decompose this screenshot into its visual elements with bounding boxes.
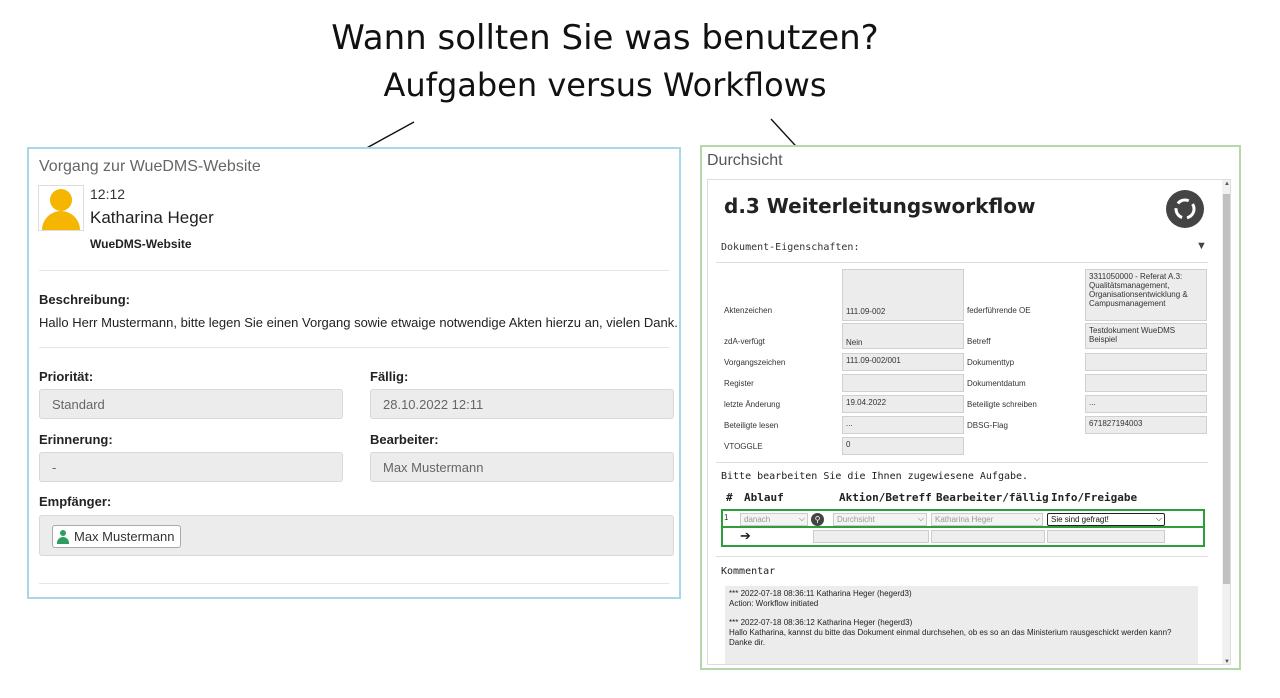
prop-aktenzeichen[interactable]: 111.09-002: [842, 269, 964, 321]
prop-dokdatum[interactable]: [1085, 374, 1207, 392]
comment-label: Kommentar: [721, 566, 776, 577]
prop-lesen[interactable]: ...: [842, 416, 964, 434]
prop-label: Dokumentdatum: [967, 379, 1026, 388]
task-panel: Vorgang zur WueDMS-Website 12:12 Kathari…: [27, 147, 681, 599]
bearbeiter-select[interactable]: Katharina Heger ⌵: [931, 513, 1043, 526]
prop-label: Register: [724, 379, 754, 388]
ablauf-select[interactable]: danach ⌵: [740, 513, 808, 526]
workflow-panel-title: Durchsicht: [707, 152, 783, 169]
due-label: Fällig:: [370, 369, 409, 384]
prop-oe[interactable]: 3311050000 - Referat A.3: Qualitätsmanag…: [1085, 269, 1207, 321]
recipient-name: Max Mustermann: [74, 529, 175, 544]
row-num: 1: [724, 513, 729, 522]
prop-label: DBSG-Flag: [967, 421, 1008, 430]
prop-dbsg[interactable]: 671827194003: [1085, 416, 1207, 434]
prop-label: Betreff: [967, 337, 991, 346]
reminder-label: Erinnerung:: [39, 432, 113, 447]
divider: [39, 270, 669, 271]
prop-schreiben[interactable]: ...: [1085, 395, 1207, 413]
collapse-icon[interactable]: ▼: [1196, 240, 1207, 252]
due-field[interactable]: 28.10.2022 12:11: [370, 389, 674, 419]
comment-box[interactable]: *** 2022-07-18 08:36:11 Katharina Heger …: [725, 586, 1198, 664]
scrollbar[interactable]: ▲ ▼: [1222, 180, 1230, 664]
workflow-content: d.3 Weiterleitungsworkflow Dokument-Eige…: [707, 179, 1231, 665]
prop-label: Aktenzeichen: [724, 306, 773, 315]
col-num: #: [726, 491, 733, 504]
recipient-field[interactable]: Max Mustermann: [39, 515, 674, 556]
prop-label: letzte Änderung: [724, 400, 781, 409]
task-user: Katharina Heger: [90, 208, 214, 227]
task-subject: WueDMS-Website: [90, 237, 192, 251]
reminder-field[interactable]: -: [39, 452, 343, 482]
editor-label: Bearbeiter:: [370, 432, 439, 447]
info-select[interactable]: Sie sind gefragt! ⌵: [1047, 513, 1165, 526]
divider: [716, 556, 1208, 557]
divider: [39, 347, 669, 348]
search-icon[interactable]: ⚲: [811, 513, 824, 526]
priority-field[interactable]: Standard: [39, 389, 343, 419]
recipient-label: Empfänger:: [39, 494, 112, 509]
editor-field[interactable]: Max Mustermann: [370, 452, 674, 482]
workflow-title: d.3 Weiterleitungsworkflow: [724, 194, 1036, 218]
prop-vorgang[interactable]: 111.09-002/001: [842, 353, 964, 371]
prop-vtoggle[interactable]: 0: [842, 437, 964, 455]
divider: [716, 462, 1208, 463]
description-text: Hallo Herr Mustermann, bitte legen Sie e…: [39, 315, 678, 330]
prop-label: federführende OE: [967, 306, 1031, 315]
prop-label: zdA-verfügt: [724, 337, 765, 346]
doc-props-label: Dokument-Eigenschaften:: [721, 242, 860, 253]
workflow-row: 1 danach ⌵ ⚲ Durchsicht ⌵ Katharina Heger ⌵…: [721, 509, 1205, 528]
prop-register[interactable]: [842, 374, 964, 392]
col-bearbeiter: Bearbeiter/fällig: [936, 491, 1049, 504]
priority-label: Priorität:: [39, 369, 94, 384]
task-panel-title: Vorgang zur WueDMS-Website: [39, 158, 261, 175]
empty-info[interactable]: [1047, 530, 1165, 543]
col-aktion: Aktion/Betreff: [839, 491, 932, 504]
prop-label: Dokumenttyp: [967, 358, 1015, 367]
workflow-add-row: ➔: [721, 528, 1205, 547]
arrow-right-icon[interactable]: ➔: [740, 528, 751, 544]
workflow-panel: Durchsicht d.3 Weiterleitungsworkflow Do…: [700, 145, 1241, 670]
prop-label: Beteiligte lesen: [724, 421, 779, 430]
prop-label: VTOGGLE: [724, 442, 763, 451]
recipient-chip[interactable]: Max Mustermann: [52, 525, 182, 548]
prop-label: Vorgangszeichen: [724, 358, 786, 367]
prop-doktyp[interactable]: [1085, 353, 1207, 371]
prop-aenderung[interactable]: 19.04.2022: [842, 395, 964, 413]
prop-betreff[interactable]: Testdokument WueDMS Beispiel: [1085, 323, 1207, 349]
user-icon: [57, 529, 69, 544]
divider: [716, 262, 1208, 263]
description-label: Beschreibung:: [39, 292, 131, 307]
task-prompt: Bitte bearbeiten Sie die Ihnen zugewiese…: [721, 471, 1029, 482]
col-ablauf: Ablauf: [744, 491, 784, 504]
empty-bearbeiter[interactable]: [931, 530, 1045, 543]
prop-zda[interactable]: Nein: [842, 323, 964, 349]
empty-aktion[interactable]: [813, 530, 929, 543]
aktion-select[interactable]: Durchsicht ⌵: [833, 513, 927, 526]
divider: [39, 583, 669, 584]
task-time: 12:12: [90, 186, 126, 202]
prop-label: Beteiligte schreiben: [967, 400, 1037, 409]
refresh-icon[interactable]: [1166, 190, 1204, 228]
avatar: [38, 185, 84, 231]
col-info: Info/Freigabe: [1051, 491, 1138, 504]
